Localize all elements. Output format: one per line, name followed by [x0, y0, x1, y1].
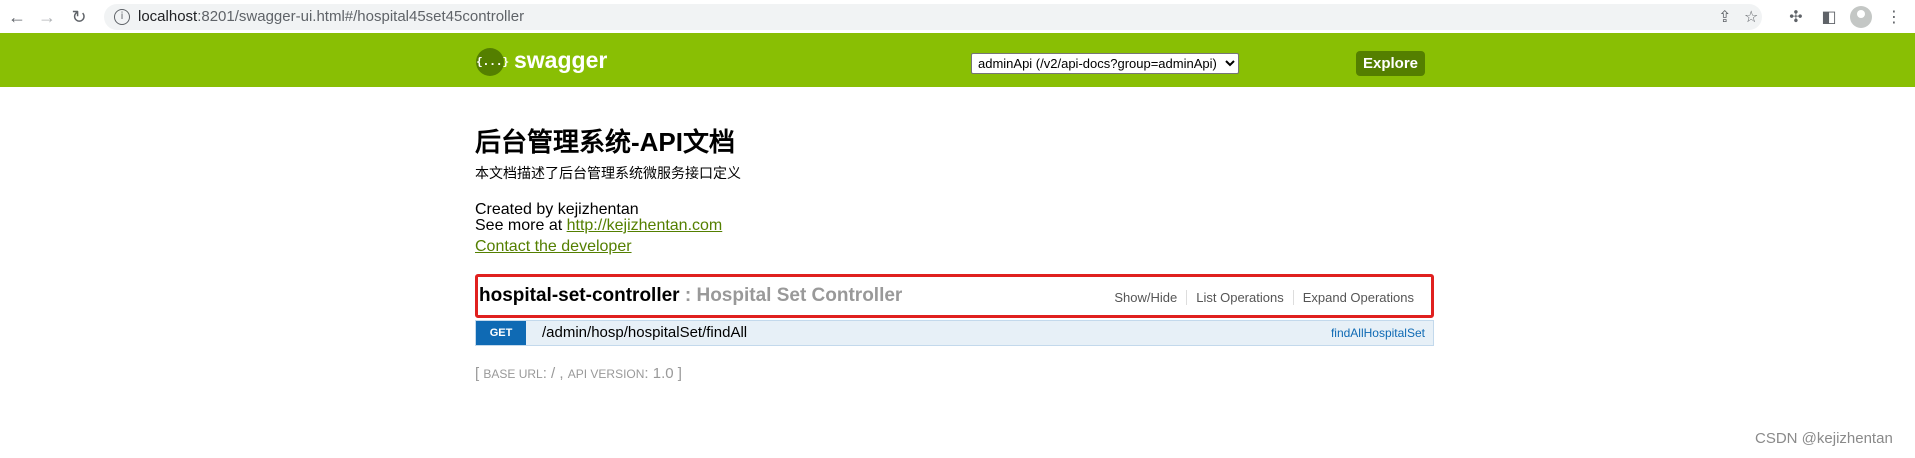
swagger-header: {...} swagger adminApi (/v2/api-docs?gro…: [0, 33, 1915, 87]
reload-icon[interactable]: ↻: [66, 4, 92, 30]
resource-description: Hospital Set Controller: [696, 285, 903, 306]
resource-separator: :: [679, 285, 697, 306]
see-more-link[interactable]: http://kejizhentan.com: [567, 217, 723, 234]
url-host: localhost: [138, 8, 198, 25]
see-more: See more at http://kejizhentan.com: [475, 217, 722, 235]
contact-developer-link[interactable]: Contact the developer: [475, 238, 632, 256]
show-hide-link[interactable]: Show/Hide: [1105, 290, 1186, 305]
expand-operations-link[interactable]: Expand Operations: [1292, 290, 1423, 305]
url-text: localhost:8201/swagger-ui.html#/hospital…: [138, 8, 524, 25]
base-url-label: BASE URL: [483, 367, 543, 381]
share-icon[interactable]: ⇪: [1718, 7, 1731, 26]
footer-close: ]: [677, 365, 682, 382]
swagger-logo-icon[interactable]: {...}: [476, 48, 509, 76]
base-url-footer: [ BASE URL: / , API VERSION: 1.0 ]: [475, 365, 682, 382]
profile-icon[interactable]: [1850, 6, 1872, 28]
menu-icon[interactable]: ⋮: [1883, 6, 1905, 28]
explore-button[interactable]: Explore: [1356, 51, 1425, 76]
base-url-value: : / ,: [542, 365, 568, 382]
operation-nickname[interactable]: findAllHospitalSet: [1331, 326, 1425, 340]
address-bar[interactable]: i localhost:8201/swagger-ui.html#/hospit…: [104, 4, 1762, 30]
operation-get-findall[interactable]: GET /admin/hosp/hospitalSet/findAll find…: [475, 320, 1434, 346]
resource-name[interactable]: hospital-set-controller: [479, 285, 680, 306]
resource-heading[interactable]: hospital-set-controller : Hospital Set C…: [479, 285, 902, 307]
see-more-prefix: See more at: [475, 217, 567, 234]
page-title: 后台管理系统-API文档: [475, 127, 736, 157]
http-method-badge[interactable]: GET: [476, 321, 526, 345]
resource-actions: Show/Hide List Operations Expand Operation…: [1105, 290, 1423, 305]
api-definition-select[interactable]: adminApi (/v2/api-docs?group=adminApi): [971, 53, 1239, 74]
api-version-value: : 1.0: [644, 365, 678, 382]
forward-icon[interactable]: →: [34, 4, 60, 30]
sidepanel-icon[interactable]: ◧: [1818, 6, 1840, 28]
swagger-logo-text[interactable]: swagger: [514, 47, 607, 74]
url-path: :8201/swagger-ui.html#/hospital45set45co…: [197, 8, 525, 25]
operation-path[interactable]: /admin/hosp/hospitalSet/findAll: [542, 324, 747, 341]
resource-hospital-set-controller: hospital-set-controller : Hospital Set C…: [475, 274, 1434, 318]
list-operations-link[interactable]: List Operations: [1186, 290, 1293, 305]
star-icon[interactable]: ☆: [1744, 7, 1758, 26]
info-icon[interactable]: i: [114, 9, 130, 25]
api-version-label: API VERSION: [567, 367, 645, 381]
watermark: CSDN @kejizhentan: [1755, 430, 1893, 447]
browser-toolbar: ← → ↻ i localhost:8201/swagger-ui.html#/…: [0, 0, 1915, 34]
back-icon[interactable]: ←: [4, 4, 30, 30]
api-description: 本文档描述了后台管理系统微服务接口定义: [475, 165, 741, 181]
extensions-icon[interactable]: ✣: [1785, 6, 1807, 28]
